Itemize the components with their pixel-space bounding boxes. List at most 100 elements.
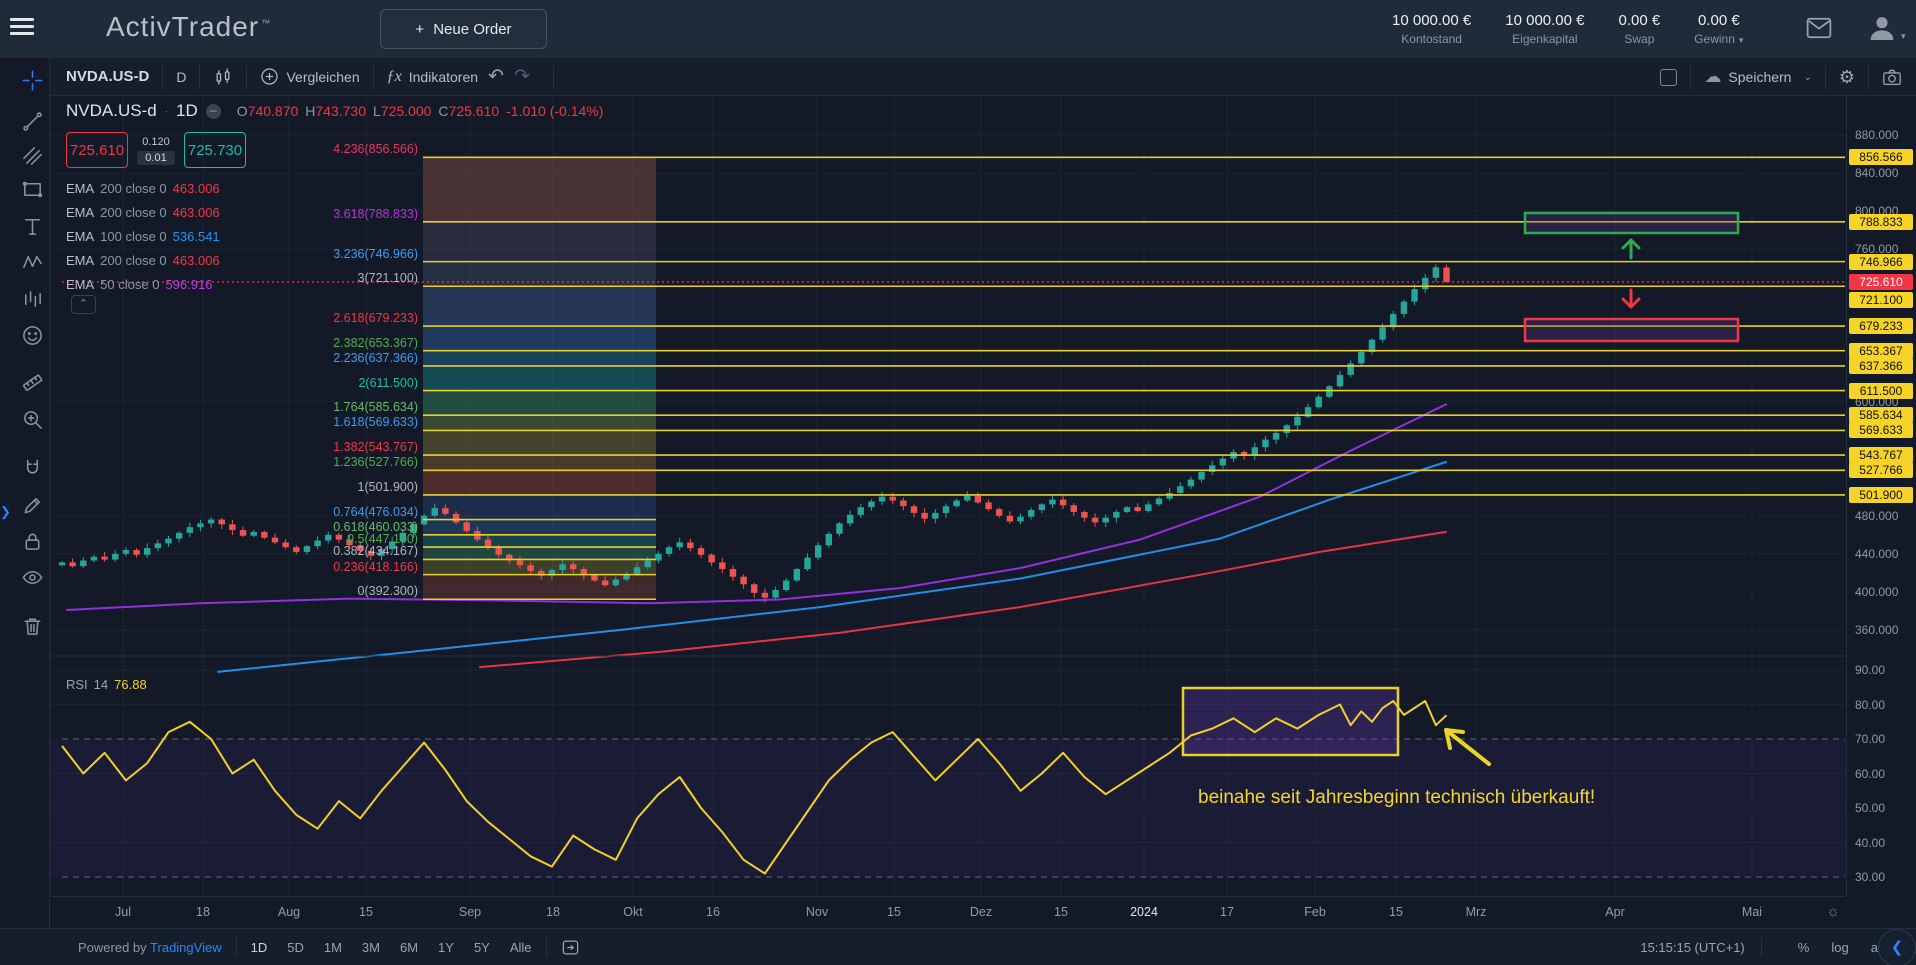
rsi-axis-label: 60.00	[1847, 767, 1913, 781]
fib-level-label: 0.236(418.166)	[333, 560, 418, 574]
fib-level-label: 2.382(653.367)	[333, 336, 418, 350]
time-axis-tick: 2024	[1130, 905, 1158, 919]
time-axis-tick: 15	[1389, 905, 1403, 919]
current-price-tag: 725.610	[1849, 274, 1913, 290]
rsi-axis-label: 40.00	[1847, 836, 1913, 850]
time-axis-tick: Jul	[115, 905, 131, 919]
time-axis-tick: 18	[196, 905, 210, 919]
time-axis-tick: Nov	[806, 905, 828, 919]
log-scale-button[interactable]: log	[1831, 940, 1848, 955]
buy-button[interactable]: 725.730	[184, 132, 246, 168]
fib-price-tag: 585.634	[1849, 407, 1913, 423]
hide-series-icon[interactable]: –	[206, 104, 221, 119]
rsi-axis-label: 90.00	[1847, 663, 1913, 677]
range-button-5y[interactable]: 5Y	[474, 940, 490, 955]
fib-price-tag: 679.233	[1849, 318, 1913, 334]
tradingview-link[interactable]: TradingView	[150, 940, 222, 955]
time-axis-settings-icon[interactable]: ☼	[1826, 903, 1840, 920]
price-axis-label: 440.000	[1847, 547, 1913, 561]
time-axis-tick: 16	[706, 905, 720, 919]
fib-price-tag: 569.633	[1849, 422, 1913, 438]
percent-scale-button[interactable]: %	[1798, 940, 1810, 955]
price-axis-label: 480.000	[1847, 509, 1913, 523]
activtrader-window: ActivTrader™ + Neue Order 10 000.00 €Kon…	[0, 0, 1916, 965]
fib-price-tag: 653.367	[1849, 343, 1913, 359]
time-axis-tick: Feb	[1304, 905, 1326, 919]
rsi-highlight-box	[1183, 688, 1398, 755]
range-button-5d[interactable]: 5D	[287, 940, 304, 955]
price-axis-label: 840.000	[1847, 166, 1913, 180]
price-axis-label: 880.000	[1847, 128, 1913, 142]
time-axis-tick: 15	[359, 905, 373, 919]
fib-level-label: 1.236(527.766)	[333, 455, 418, 469]
fib-price-tag: 856.566	[1849, 149, 1913, 165]
spread: 0.120 0.01	[132, 136, 180, 165]
indicator-legend: EMA200 close 0463.006EMA200 close 0463.0…	[66, 176, 603, 296]
annotation-text: beinahe seit Jahresbeginn technisch über…	[1198, 787, 1595, 809]
range-buttons: 1D 5D 1M 3M 6M 1Y 5Y Alle	[251, 940, 532, 955]
indicator-row[interactable]: EMA100 close 0536.541	[66, 224, 603, 248]
fib-price-tag: 637.366	[1849, 358, 1913, 374]
fib-level-label: 1.618(569.633)	[333, 415, 418, 429]
time-axis-tick: 18	[546, 905, 560, 919]
time-axis-tick: 15	[887, 905, 901, 919]
go-to-date-icon[interactable]	[561, 938, 580, 957]
indicator-row[interactable]: EMA200 close 0463.006	[66, 248, 603, 272]
ohlc-values: O740.870 H743.730 L725.000 C725.610 -1.0…	[237, 103, 604, 119]
time-axis-tick: Dez	[970, 905, 992, 919]
time-axis-tick: Aug	[278, 905, 300, 919]
fib-price-tag: 611.500	[1849, 383, 1913, 399]
time-axis-tick: 15	[1054, 905, 1068, 919]
range-button-1m[interactable]: 1M	[324, 940, 342, 955]
range-button-6m[interactable]: 6M	[400, 940, 418, 955]
fib-level-label: 2.618(679.233)	[333, 311, 418, 325]
price-axis-label: 400.000	[1847, 585, 1913, 599]
change-value: -1.010 (-0.14%)	[506, 103, 603, 119]
fib-price-tag: 721.100	[1849, 292, 1913, 308]
fib-level-label: 1(501.900)	[358, 480, 418, 494]
time-axis-tick: 17	[1220, 905, 1234, 919]
range-button-3m[interactable]: 3M	[362, 940, 380, 955]
fib-level-label: 0.382(434.167)	[333, 544, 418, 558]
collapse-sidebar-button[interactable]: ❮	[1878, 929, 1916, 965]
rsi-axis-label: 80.00	[1847, 698, 1913, 712]
rsi-axis-label: 70.00	[1847, 732, 1913, 746]
legend-interval: 1D	[176, 101, 198, 121]
collapse-legend-button[interactable]: ⌃	[71, 295, 96, 314]
rsi-axis-label: 30.00	[1847, 870, 1913, 884]
range-button-alle[interactable]: Alle	[510, 940, 532, 955]
candles	[59, 264, 1450, 602]
time-axis-tick: Okt	[623, 905, 642, 919]
time-axis[interactable]: ☼ Jul 18 Aug 15 Sep 18 Okt 16 Nov 15 Dez 15 2024 17 Fe…	[50, 896, 1846, 928]
bottombar: Powered by TradingView 1D 5D 1M 3M 6M 1Y 5Y All…	[0, 928, 1916, 965]
fib-price-tag: 527.766	[1849, 462, 1913, 478]
fib-level-label: 0(392.300)	[358, 584, 418, 598]
target-boxes[interactable]	[1525, 213, 1738, 341]
time-axis-tick: Sep	[459, 905, 481, 919]
indicator-row[interactable]: EMA50 close 0596.916	[66, 272, 603, 296]
fib-level-label: 1.382(543.767)	[333, 440, 418, 454]
fib-level-label: 1.764(585.634)	[333, 400, 418, 414]
fib-price-tag: 746.966	[1849, 254, 1913, 270]
fib-price-tag: 543.767	[1849, 447, 1913, 463]
indicator-row[interactable]: EMA200 close 0463.006	[66, 176, 603, 200]
rsi-pane	[50, 688, 1846, 877]
fib-level-label: 0.764(476.034)	[333, 505, 418, 519]
time-axis-tick: Mrz	[1466, 905, 1487, 919]
time-axis-tick: Apr	[1605, 905, 1624, 919]
fib-price-tag: 501.900	[1849, 487, 1913, 503]
fib-price-tag: 788.833	[1849, 214, 1913, 230]
indicator-row[interactable]: EMA200 close 0463.006	[66, 200, 603, 224]
price-axis-label: 360.000	[1847, 623, 1913, 637]
rsi-axis-label: 50.00	[1847, 801, 1913, 815]
price-axis[interactable]: 880.000840.000800.000760.000600.000480.0…	[1846, 96, 1916, 896]
legend-symbol[interactable]: NVDA.US-d	[66, 101, 157, 121]
range-button-1d[interactable]: 1D	[251, 940, 268, 955]
time-axis-tick: Mai	[1742, 905, 1762, 919]
fib-level-label: 2.236(637.366)	[333, 351, 418, 365]
powered-by: Powered by TradingView	[78, 940, 222, 955]
range-button-1y[interactable]: 1Y	[438, 940, 454, 955]
chart-legend: NVDA.US-d · 1D – O740.870 H743.730 L725.…	[66, 101, 603, 296]
sell-button[interactable]: 725.610	[66, 132, 128, 168]
rsi-legend[interactable]: RSI 14 76.88	[66, 677, 147, 692]
